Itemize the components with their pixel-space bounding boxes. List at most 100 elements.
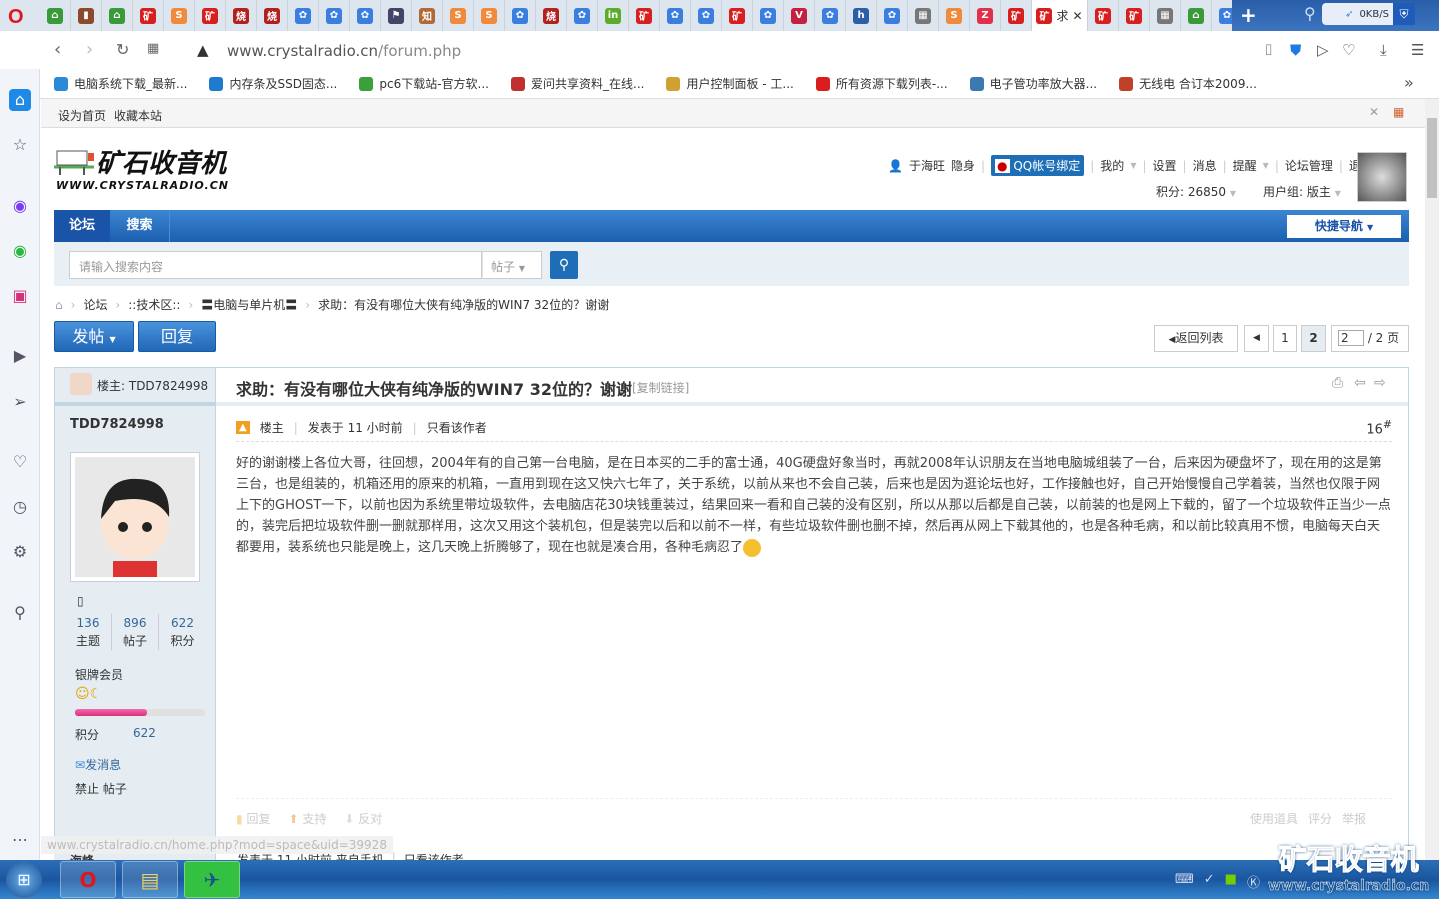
breadcrumb-board[interactable]: 〓电脑与单片机〓 (201, 296, 297, 313)
stat-posts[interactable]: 896 帖子 (112, 614, 159, 650)
next-thread-icon[interactable]: ⇨ (1374, 375, 1386, 391)
system-tray[interactable]: ⌨ ✓ ■ Ⓚ (1175, 872, 1260, 891)
gear-icon[interactable]: ⚙ (9, 541, 31, 563)
scrollbar[interactable] (1425, 99, 1439, 860)
tab-2345[interactable]: ⌂ (1181, 0, 1212, 31)
tab-baidu[interactable]: ✿ (660, 0, 691, 31)
report-link[interactable]: 举报 (1342, 810, 1366, 827)
page-jump-input[interactable]: 2 (1338, 330, 1364, 346)
author-name[interactable]: TDD7824998 (70, 417, 164, 432)
tab-shao[interactable]: 烧 (226, 0, 257, 31)
tab-baidu[interactable]: ✿ (877, 0, 908, 31)
tab-2345[interactable]: ⌂ (102, 0, 133, 31)
bookmark-item[interactable]: 电子管功率放大器... (969, 75, 1097, 92)
settings-sliders-icon[interactable]: ☰ (1411, 41, 1424, 59)
bookmark-site-link[interactable]: 收藏本站 (114, 107, 162, 124)
tab-baidu[interactable]: ✿ (567, 0, 598, 31)
more-icon[interactable]: ⋯ (9, 829, 31, 851)
page-2-button[interactable]: 2 (1301, 325, 1326, 352)
tab-zhi[interactable]: 知 (412, 0, 443, 31)
tab-sogou[interactable]: S (443, 0, 474, 31)
send-message-link[interactable]: ✉发消息 (75, 756, 121, 773)
tab-baidu[interactable]: ✿ (350, 0, 381, 31)
breadcrumb-tech[interactable]: ::技术区:: (128, 296, 180, 313)
search-button[interactable]: ⚲ (550, 251, 578, 279)
bookmark-item[interactable]: 无线电 合订本2009... (1119, 75, 1257, 92)
tab-in[interactable]: in (598, 0, 629, 31)
send-icon[interactable]: ▷ (1317, 41, 1329, 59)
home-icon[interactable]: ⌂ (9, 89, 31, 111)
lightbulb-icon[interactable]: ⚲ (9, 602, 31, 624)
tab-kuang[interactable]: 矿 (1001, 0, 1032, 31)
bookmark-item[interactable]: 爱问共享资料_在线... (511, 75, 644, 92)
tab-grid[interactable]: ▦ (908, 0, 939, 31)
tab-baidu[interactable]: ✿ (815, 0, 846, 31)
set-homepage-link[interactable]: 设为首页 (58, 107, 106, 124)
search-type-select[interactable]: 帖子 ▼ (482, 251, 542, 279)
tab-shao[interactable]: 烧 (257, 0, 288, 31)
page-1-button[interactable]: 1 (1273, 325, 1297, 352)
prev-thread-icon[interactable]: ⇦ (1354, 375, 1366, 391)
bookmark-item[interactable]: 电脑系统下载_最新... (54, 75, 187, 92)
tab-kuang[interactable]: 矿 (133, 0, 164, 31)
bookmark-item[interactable]: 用户控制面板 - 工... (666, 75, 794, 92)
collapse-icon[interactable]: ✕ (1369, 105, 1379, 119)
tab-kuang[interactable]: 矿 (1119, 0, 1150, 31)
opera-menu-button[interactable]: O (8, 6, 24, 29)
tab-kuang[interactable]: 矿 (629, 0, 660, 31)
taskbar-opera[interactable]: O (60, 861, 116, 898)
speed-dial-button[interactable]: ▦ (147, 41, 159, 56)
tab-kuang[interactable]: 矿 (1088, 0, 1119, 31)
usergroup-menu[interactable]: 用户组: 版主 ▼ (1263, 183, 1341, 200)
player-icon[interactable]: ▶ (9, 345, 31, 367)
username-link[interactable]: 于海旺 (909, 157, 945, 174)
back-button[interactable]: ‹ (54, 39, 61, 60)
tab-sogou[interactable]: S (939, 0, 970, 31)
bookmark-item[interactable]: 所有资源下载列表-... (815, 75, 948, 92)
alerts-menu[interactable]: 提醒 (1233, 157, 1257, 174)
only-author-link[interactable]: 只看该作者 (427, 419, 487, 436)
camera-icon[interactable]: ⌷ (1264, 41, 1273, 59)
user-avatar[interactable] (1357, 152, 1407, 202)
oppose-action[interactable]: ⬇ 反对 (344, 810, 382, 827)
heart-icon[interactable]: ♡ (1342, 41, 1355, 59)
breadcrumb-thread[interactable]: 求助：有没有哪位大侠有纯净版的WIN7 32位的？谢谢 (318, 296, 609, 313)
star-icon[interactable]: ☆ (9, 134, 31, 156)
next-post-only-author[interactable]: 只看该作者 (404, 851, 464, 860)
floor-number[interactable]: 16# (1366, 418, 1392, 437)
tab-active[interactable]: 矿求 ✕ (1032, 0, 1088, 31)
tab-baidu[interactable]: ✿ (691, 0, 722, 31)
history-icon[interactable]: ◷ (9, 496, 31, 518)
search-tabs-icon[interactable]: ⚲ (1304, 4, 1316, 23)
tab-kuang[interactable]: 矿 (195, 0, 226, 31)
tab-baidu[interactable]: ✿ (288, 0, 319, 31)
nav-search[interactable]: 搜索 (110, 210, 170, 242)
messenger-icon[interactable]: ◉ (9, 195, 31, 217)
prev-page-button[interactable]: ◀ (1244, 325, 1269, 352)
home-icon[interactable]: ⌂ (55, 298, 63, 312)
tab-z[interactable]: Z (970, 0, 1001, 31)
taskbar-explorer[interactable]: ▤ (122, 861, 178, 898)
points-menu[interactable]: 积分: 26850 ▼ (1156, 183, 1236, 200)
tab-doc[interactable]: ▮ (71, 0, 102, 31)
bookmark-item[interactable]: 内存条及SSD固态... (209, 75, 337, 92)
breadcrumb-forum[interactable]: 论坛 (83, 296, 107, 313)
tab-sogou[interactable]: S (164, 0, 195, 31)
stat-points[interactable]: 622 积分 (159, 614, 206, 650)
theme-icon[interactable]: ▦ (1393, 105, 1404, 119)
search-input[interactable]: 请输入搜索内容 (69, 251, 482, 279)
warning-icon[interactable]: ▲ (197, 41, 209, 59)
tab-baidu[interactable]: ✿ (319, 0, 350, 31)
my-menu[interactable]: 我的 (1100, 157, 1124, 174)
heart-icon[interactable]: ♡ (9, 451, 31, 473)
print-icon[interactable]: ⎙ (1332, 375, 1343, 391)
tab-2345[interactable]: ⌂ (40, 0, 71, 31)
author-avatar[interactable] (70, 452, 200, 582)
tab-grid[interactable]: ▦ (1150, 0, 1181, 31)
scrollbar-thumb[interactable] (1427, 118, 1437, 198)
new-post-button[interactable]: 发帖 ▼ (54, 321, 134, 352)
send-icon[interactable]: ➢ (9, 391, 31, 413)
stat-threads[interactable]: 136 主题 (65, 614, 112, 650)
tab-v[interactable]: V (784, 0, 815, 31)
forward-button[interactable]: › (86, 39, 93, 60)
